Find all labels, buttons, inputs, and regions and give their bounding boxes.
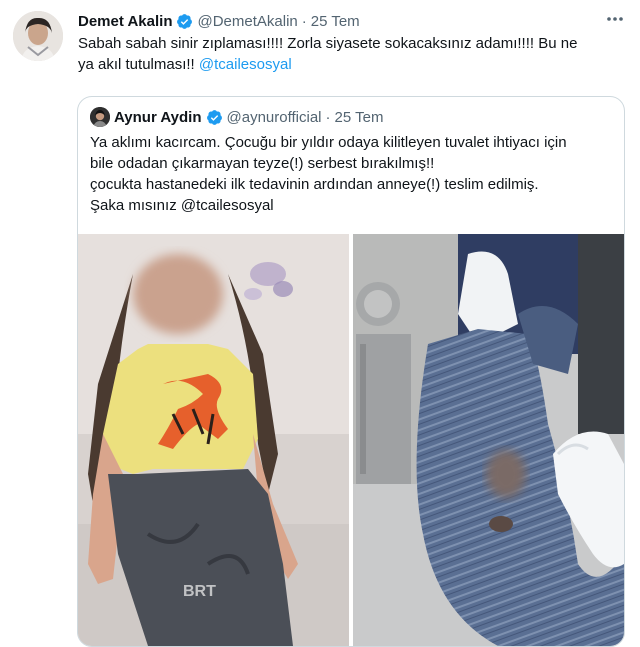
tweet-text-line: Sabah sabah sinir zıplaması!!!! Zorla si… bbox=[78, 35, 578, 52]
quoted-author-handle[interactable]: @aynurofficial bbox=[227, 109, 322, 126]
tweet-text-fragment: ya akıl tutulması!! bbox=[78, 56, 199, 73]
dot-separator: · bbox=[325, 108, 331, 126]
quoted-tweet-date[interactable]: 25 Tem bbox=[335, 109, 384, 126]
quoted-tweet-text: Ya aklımı kacırcam. Çocuğu bir yıldır od… bbox=[90, 132, 615, 216]
author-handle[interactable]: @DemetAkalin bbox=[197, 13, 297, 30]
author-name[interactable]: Demet Akalin bbox=[78, 13, 172, 30]
quoted-text-line: Ya aklımı kacırcam. Çocuğu bir yıldır od… bbox=[90, 134, 567, 151]
tweet-text: Sabah sabah sinir zıplaması!!!! Zorla si… bbox=[78, 33, 623, 75]
media-grid: BRT bbox=[78, 234, 624, 646]
quoted-text-line: çocukta hastanedeki ilk tedavinin ardınd… bbox=[90, 176, 539, 193]
tweet-date[interactable]: 25 Tem bbox=[311, 13, 360, 30]
more-horizontal-icon bbox=[607, 17, 623, 21]
photo-right[interactable] bbox=[353, 234, 624, 646]
author-avatar[interactable] bbox=[13, 11, 63, 61]
image-watermark: BRT bbox=[183, 583, 216, 600]
photo-left[interactable]: BRT bbox=[78, 234, 349, 646]
mention-link[interactable]: @tcailesosyal bbox=[199, 56, 292, 73]
quoted-author-name[interactable]: Aynur Aydin bbox=[114, 109, 202, 126]
dot-separator: · bbox=[301, 12, 307, 30]
quoted-text-line: bile odadan çıkarmayan teyze(!) serbest … bbox=[90, 155, 435, 172]
quoted-tweet-header: Aynur Aydin @aynurofficial · 25 Tem bbox=[90, 107, 383, 127]
more-options-button[interactable] bbox=[605, 9, 625, 34]
verified-badge-icon bbox=[177, 13, 193, 29]
tweet-header: Demet Akalin @DemetAkalin · 25 Tem bbox=[78, 11, 360, 31]
quoted-tweet-card[interactable]: Aynur Aydin @aynurofficial · 25 Tem Ya a… bbox=[77, 96, 625, 647]
tweet-text-line: ya akıl tutulması!! @tcailesosyal bbox=[78, 54, 623, 75]
quoted-text-line: Şaka mısınız @tcailesosyal bbox=[90, 197, 274, 214]
quoted-author-avatar[interactable] bbox=[90, 107, 110, 127]
verified-badge-icon bbox=[206, 109, 222, 125]
media-divider bbox=[349, 234, 353, 646]
